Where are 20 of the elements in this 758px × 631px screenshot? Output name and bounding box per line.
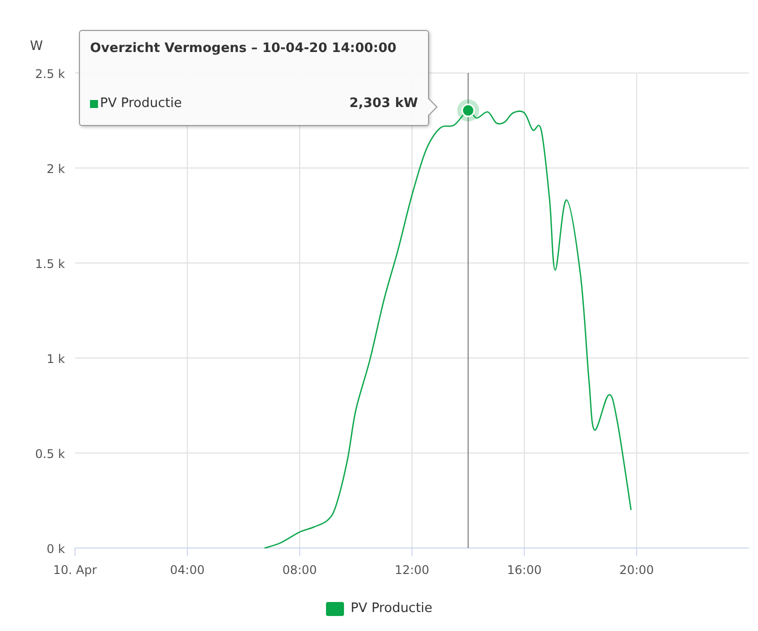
tick-label: 16:00	[507, 563, 542, 577]
tick-label: 10. Apr	[53, 563, 97, 577]
tooltip-title: Overzicht Vermogens – 10-04-20 14:00:00	[90, 41, 398, 56]
tick-label: 2 k	[46, 162, 65, 176]
tick-label: 12:00	[394, 563, 430, 577]
series-name: PV Productie	[100, 96, 182, 111]
hover-marker	[457, 99, 480, 122]
legend-swatch-icon	[326, 602, 344, 616]
tick-label: 1 k	[46, 352, 65, 366]
tick-label: 0 k	[46, 542, 65, 556]
tick-label: 04:00	[170, 563, 205, 577]
series-swatch-icon	[90, 100, 98, 108]
tick-label: 08:00	[282, 563, 317, 577]
tick-label: 1.5 k	[35, 257, 65, 271]
tick-label: 0.5 k	[35, 447, 65, 461]
tick-label: 2.5 k	[35, 67, 65, 81]
axis-title: W	[30, 39, 43, 54]
tick-label: 20:00	[619, 563, 654, 577]
legend-item[interactable]: PV Productie	[326, 601, 432, 616]
series-value: 2,303 kW	[349, 96, 418, 111]
